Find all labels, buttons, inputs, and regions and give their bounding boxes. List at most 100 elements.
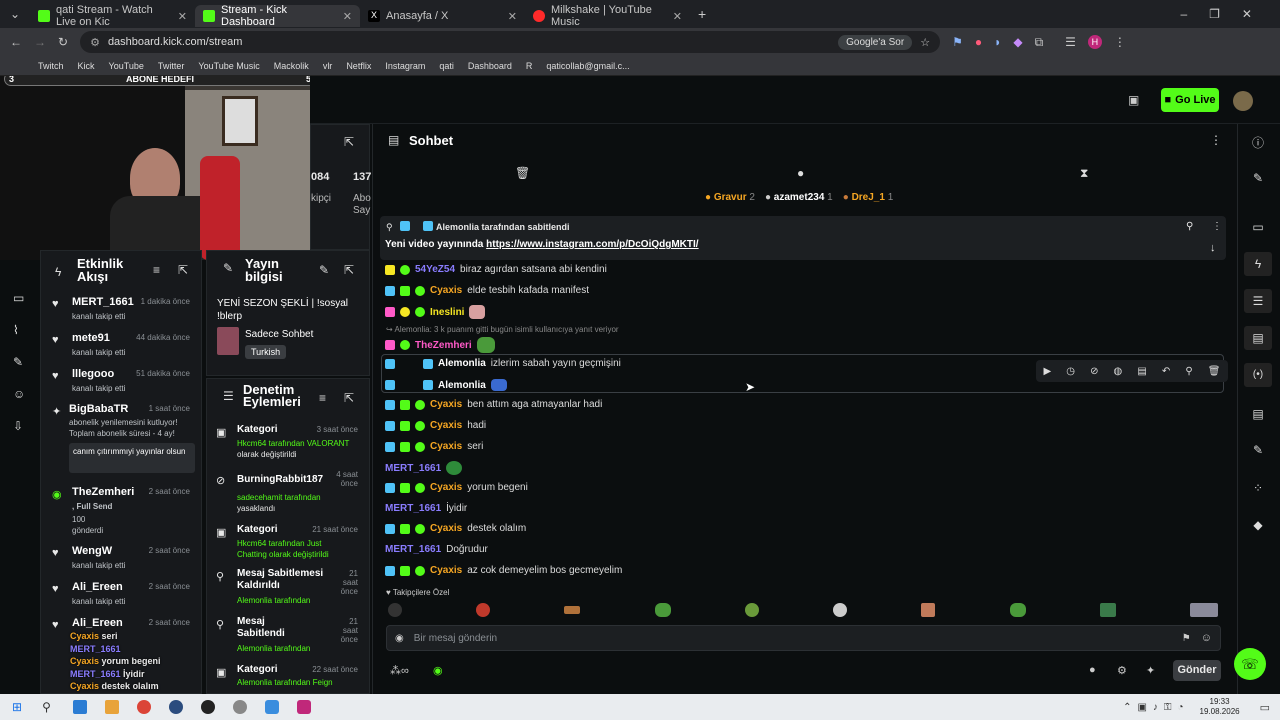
kicks-icon[interactable]: ⁂∞ [390,664,409,677]
chat-username[interactable]: MERT_1661 [385,463,441,474]
chat-username[interactable]: Cyaxis [430,523,462,534]
bookmark-youtube[interactable]: YouTube [109,61,144,71]
emote[interactable] [388,603,402,617]
activity-user[interactable]: Ali_Ereen [72,581,123,593]
google-ask-button[interactable]: Google'a Sor [838,34,913,50]
chat-username[interactable]: MERT_1661 [385,544,441,555]
puzzle-icon[interactable]: ⧉ [1035,35,1044,50]
chat-username[interactable]: Cyaxis [430,441,462,452]
star-icon[interactable]: ☆ [920,36,940,49]
bookmark-vlr[interactable]: vlr [323,61,333,71]
analytics-icon[interactable]: ⌇ [13,323,19,337]
chat-input[interactable]: ◉ Bir mesaj gönderin ⚑ ☺ [386,625,1221,651]
play-icon[interactable]: ▶ [1044,366,1052,377]
extension-icon[interactable]: ◗ [994,35,1001,49]
undo-icon[interactable]: ↶ [1162,366,1170,377]
category-name[interactable]: Sadece Sohbet [245,329,313,340]
emote[interactable] [564,606,581,614]
edit-icon[interactable]: ✎ [1250,171,1266,187]
emote-picker-icon[interactable]: ◉ [395,633,404,644]
chat-bubble-icon[interactable]: ● [797,166,804,180]
app-icon[interactable] [72,700,87,714]
video-icon[interactable]: ▭ [1250,220,1266,236]
tab-x[interactable]: X Anasayfa / X ✕ [360,5,525,27]
bookmark-netflix[interactable]: Netflix [346,61,371,71]
tab-kick-dashboard[interactable]: Stream - Kick Dashboard ✕ [195,4,360,28]
activity-user[interactable]: MERT_1661 [72,296,134,308]
emote[interactable] [921,603,936,617]
wrench-icon[interactable]: ✎ [13,355,23,369]
bookmark-twitch[interactable]: Twitch [38,61,64,71]
activity-user[interactable]: Ali_Ereen [72,617,123,629]
support-icon[interactable]: ☏ [1234,648,1266,680]
site-info-icon[interactable]: ⚙ [90,36,100,49]
app-icon[interactable] [264,700,279,714]
delete-icon[interactable]: 🗑 [1208,366,1221,377]
expand-icon[interactable]: ⇱ [344,391,354,405]
chat-username[interactable]: 54YeZ54 [415,264,455,275]
tab-list-icon[interactable]: ⌄ [0,7,30,21]
emote[interactable] [1189,603,1218,617]
chrome-icon[interactable] [136,700,151,714]
chat-username[interactable]: Cyaxis [430,482,462,493]
ban-icon[interactable]: ⊘ [1090,366,1098,377]
activity-user[interactable]: lllegooo [72,368,114,380]
gear-icon[interactable]: ⚙ [1117,664,1127,677]
smiley-icon[interactable]: ☺ [1201,632,1220,644]
apps-icon[interactable]: ⁘ [1250,481,1266,497]
wrench-icon[interactable]: ✎ [1250,443,1266,459]
user-avatar[interactable] [1233,91,1253,111]
emote[interactable] [654,603,671,617]
extension-icon[interactable]: ⚑ [952,35,963,49]
activity-user[interactable]: BigBabaTR [69,403,128,415]
chat-icon[interactable]: ▤ [1244,326,1272,350]
chat-username[interactable]: Cyaxis [430,420,462,431]
community-icon[interactable]: ☺ [13,387,25,401]
app-icon[interactable] [168,700,183,714]
filter-icon[interactable]: ≡ [319,391,326,405]
list-icon[interactable]: ☰ [1244,289,1272,313]
gifter-item[interactable]: ● azamet234 1 [765,192,833,203]
bookmark-r[interactable]: R [526,61,533,71]
upload-icon[interactable]: ⇩ [13,419,23,433]
bookmark-youtube-music[interactable]: YouTube Music [198,61,259,71]
reading-list-icon[interactable]: ☰ [1065,35,1076,49]
profile-avatar[interactable]: H [1087,35,1102,49]
reply-icon[interactable]: ◍ [1114,366,1123,377]
expand-icon[interactable]: ⇱ [178,263,188,277]
chat-username[interactable]: Cyaxis [430,285,462,296]
edit-icon[interactable]: ✎ [319,263,329,277]
window-controls[interactable]: –❐✕ [1181,7,1280,21]
pinned-link[interactable]: https://www.instagram.com/p/DcOiQdgMKTI/ [486,239,698,250]
forward-icon[interactable]: → [34,35,46,49]
app-icon[interactable] [200,700,215,714]
clock[interactable]: 19:33 19.08.2026 [1200,697,1240,717]
bookmark-gmail[interactable]: qaticollab@gmail.c... [546,61,629,71]
url-field[interactable]: ⚙ dashboard.kick.com/stream Google'a Sor… [80,31,941,53]
layers-icon[interactable]: ▤ [1250,407,1266,423]
menu-icon[interactable]: ⋮ [1114,35,1126,49]
filter-icon[interactable]: ≡ [153,263,160,277]
more-icon[interactable]: ⋮ [1212,221,1222,232]
bookmark-kick[interactable]: Kick [78,61,95,71]
bookmark-dashboard[interactable]: Dashboard [468,61,512,71]
copy-icon[interactable]: ▤ [1137,366,1146,377]
chat-bubble-icon[interactable]: ● [1089,664,1096,676]
badge-icon[interactable]: ✦ [1146,664,1155,677]
chevron-down-icon[interactable]: ↓ [1210,242,1216,254]
back-icon[interactable]: ← [10,35,22,49]
bookmark-mackolik[interactable]: Mackolik [274,61,309,71]
chat-username[interactable]: MERT_1661 [385,503,441,514]
activity-user[interactable]: mete91 [72,332,110,344]
chat-username[interactable]: Alemonlia [438,380,486,391]
notification-icon[interactable]: ▭ [1260,701,1270,714]
tab-kick-stream[interactable]: qati Stream - Watch Live on Kic ✕ [30,4,195,28]
app-icon[interactable] [296,700,311,714]
app-icon[interactable] [104,700,119,714]
emote[interactable] [476,603,491,617]
video-icon[interactable]: ▭ [13,291,24,305]
emote[interactable] [833,603,848,617]
hourglass-icon[interactable]: ⧗ [1080,166,1088,181]
app-icon[interactable] [232,700,247,714]
emote[interactable] [744,603,759,617]
